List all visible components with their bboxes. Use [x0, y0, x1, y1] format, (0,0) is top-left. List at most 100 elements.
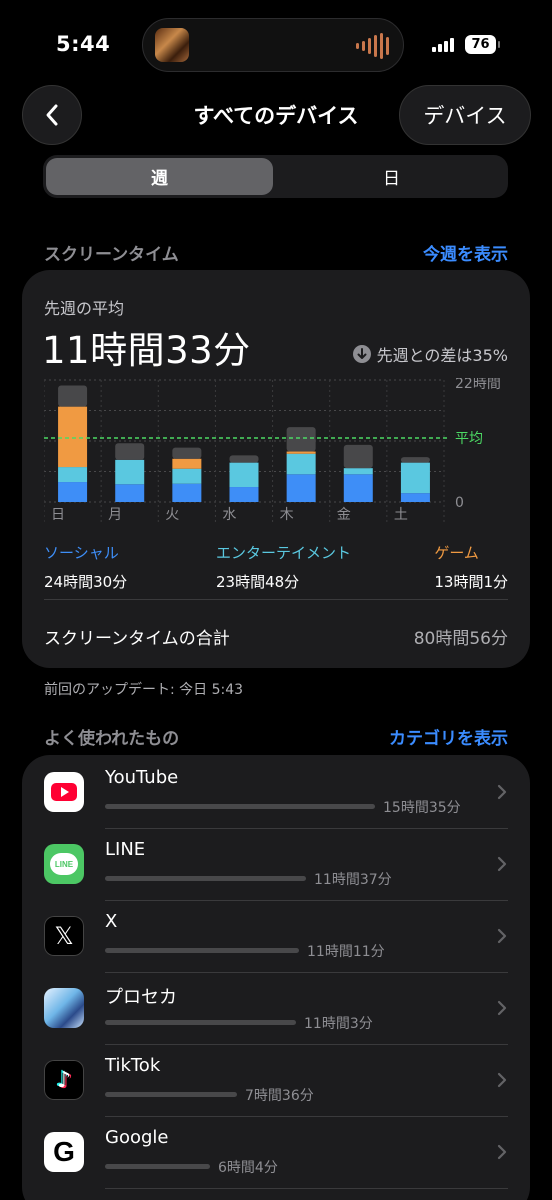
chart-bar-segment [172, 447, 202, 459]
prosekai-icon [44, 988, 84, 1028]
app-usage-time: 11時間11分 [307, 944, 385, 960]
chart-bar-segment [172, 458, 202, 469]
period-segmented-control: 週 日 [43, 155, 508, 198]
app-row[interactable]: YouTube 15時間35分 [22, 757, 530, 829]
chart-bar-segment [343, 474, 373, 502]
chevron-right-icon [497, 1000, 507, 1016]
chart-bar-segment [58, 467, 88, 483]
tiktok-icon: ♪ [44, 1060, 84, 1100]
app-usage-bar [105, 1164, 210, 1169]
weekly-usage-chart[interactable]: 日 月 火 水 木 金 土 平均 22時間 0 [44, 378, 512, 538]
app-usage-time: 15時間35分 [383, 800, 461, 816]
app-name: YouTube [105, 767, 179, 788]
chart-x-tick-label: 水 [222, 507, 236, 523]
app-usage-bar [105, 1020, 296, 1025]
app-name: TikTok [105, 1055, 161, 1076]
chart-x-tick-label: 土 [394, 507, 408, 523]
chart-y-tick-label: 22時間 [455, 378, 501, 392]
chart-x-tick-label: 月 [108, 507, 122, 523]
line-icon: LINE [44, 844, 84, 884]
chevron-right-icon [497, 1072, 507, 1088]
legend-games-value: 13時間1分 [434, 573, 508, 591]
chart-bar-segment [58, 482, 88, 502]
divider [44, 599, 508, 600]
app-name: Google [105, 1127, 169, 1148]
screen-time-card[interactable]: 先週の平均 11時間33分 先週との差は35% 日 月 火 水 木 金 土 平均 22時間 0 ソ… [22, 270, 530, 668]
average-value: 11時間33分 [42, 329, 251, 372]
app-usage-time: 6時間4分 [218, 1160, 278, 1176]
app-usage-bar [105, 804, 375, 809]
app-row[interactable]: プロセカ 11時間3分 [22, 973, 530, 1045]
x-icon: 𝕏 [44, 916, 84, 956]
chart-bar-segment [172, 468, 202, 484]
chart-bar-segment [286, 427, 316, 452]
chart-bar-segment [172, 483, 202, 502]
legend-entertainment-name: エンターテイメント [216, 544, 352, 562]
show-this-week-link[interactable]: 今週を表示 [423, 240, 508, 265]
youtube-icon [44, 772, 84, 812]
status-time: 5:44 [56, 32, 111, 56]
row-divider [105, 1188, 508, 1189]
chart-bar-segment [343, 468, 373, 475]
chart-average-label: 平均 [455, 431, 483, 447]
chart-x-tick-label: 日 [51, 507, 65, 523]
chart-bar-segment [400, 462, 430, 494]
chart-bar-segment [115, 459, 145, 485]
battery-level: 76 [471, 37, 490, 52]
battery-icon: 76 [465, 35, 500, 54]
app-name: X [105, 911, 118, 932]
chart-x-tick-label: 木 [280, 507, 294, 523]
chevron-right-icon [497, 928, 507, 944]
app-usage-time: 11時間3分 [304, 1016, 373, 1032]
segment-day[interactable]: 日 [278, 158, 505, 195]
show-categories-link[interactable]: カテゴリを表示 [389, 724, 508, 749]
chart-bar-segment [343, 444, 373, 469]
app-usage-bar [105, 1092, 237, 1097]
diff-text: 先週との差は35% [376, 346, 508, 365]
app-row[interactable]: 𝕏 X 11時間11分 [22, 901, 530, 973]
chart-bar-segment [115, 443, 145, 460]
devices-button[interactable]: デバイス [399, 85, 531, 145]
legend-social-value: 24時間30分 [44, 573, 128, 591]
chart-y-tick-label: 0 [455, 495, 464, 511]
chart-bar-segment [400, 457, 430, 463]
app-usage-time: 7時間36分 [245, 1088, 314, 1104]
total-label: スクリーンタイムの合計 [44, 629, 230, 649]
legend-entertainment-value: 23時間48分 [216, 573, 300, 591]
chart-bar-segment [286, 474, 316, 502]
most-used-section-label: よく使われたもの [44, 729, 180, 749]
chart-bar-segment [286, 453, 316, 475]
now-playing-artwork-icon [155, 28, 189, 62]
chart-bar-segment [400, 493, 430, 502]
audio-waveform-icon [356, 33, 389, 59]
app-row[interactable]: ♪ TikTok 7時間36分 [22, 1045, 530, 1117]
chart-bar-segment [229, 462, 259, 488]
chart-x-tick-label: 火 [165, 507, 179, 523]
screen-time-section-label: スクリーンタイム [44, 245, 179, 265]
arrow-down-circle-icon [352, 345, 371, 363]
app-name: LINE [105, 839, 146, 860]
diff-indicator: 先週との差は35% [352, 342, 508, 366]
chart-bar-segment [58, 385, 88, 407]
total-value: 80時間56分 [413, 629, 508, 649]
legend-games-name: ゲーム [434, 544, 479, 562]
chart-bar-segment [229, 487, 259, 502]
chart-x-tick-label: 金 [337, 507, 351, 523]
google-icon: G [44, 1132, 84, 1172]
chevron-right-icon [497, 856, 507, 872]
legend-social-name: ソーシャル [44, 544, 119, 562]
app-name: プロセカ [105, 987, 177, 1008]
chart-bar-segment [115, 484, 145, 502]
cellular-signal-icon [432, 38, 454, 52]
legend-social: ソーシャル 24時間30分 [44, 542, 127, 592]
app-row[interactable]: G Google 6時間4分 [22, 1117, 530, 1189]
chart-bar-segment [58, 406, 88, 468]
last-updated-text: 前回のアップデート: 今日 5:43 [44, 682, 244, 698]
chevron-right-icon [497, 784, 507, 800]
segment-week[interactable]: 週 [46, 158, 273, 195]
dynamic-island[interactable] [142, 18, 404, 72]
chart-bar-segment [229, 455, 259, 463]
app-row[interactable]: LINE LINE 11時間37分 [22, 829, 530, 901]
status-bar: 5:44 76 [0, 0, 552, 80]
average-label: 先週の平均 [44, 299, 125, 318]
